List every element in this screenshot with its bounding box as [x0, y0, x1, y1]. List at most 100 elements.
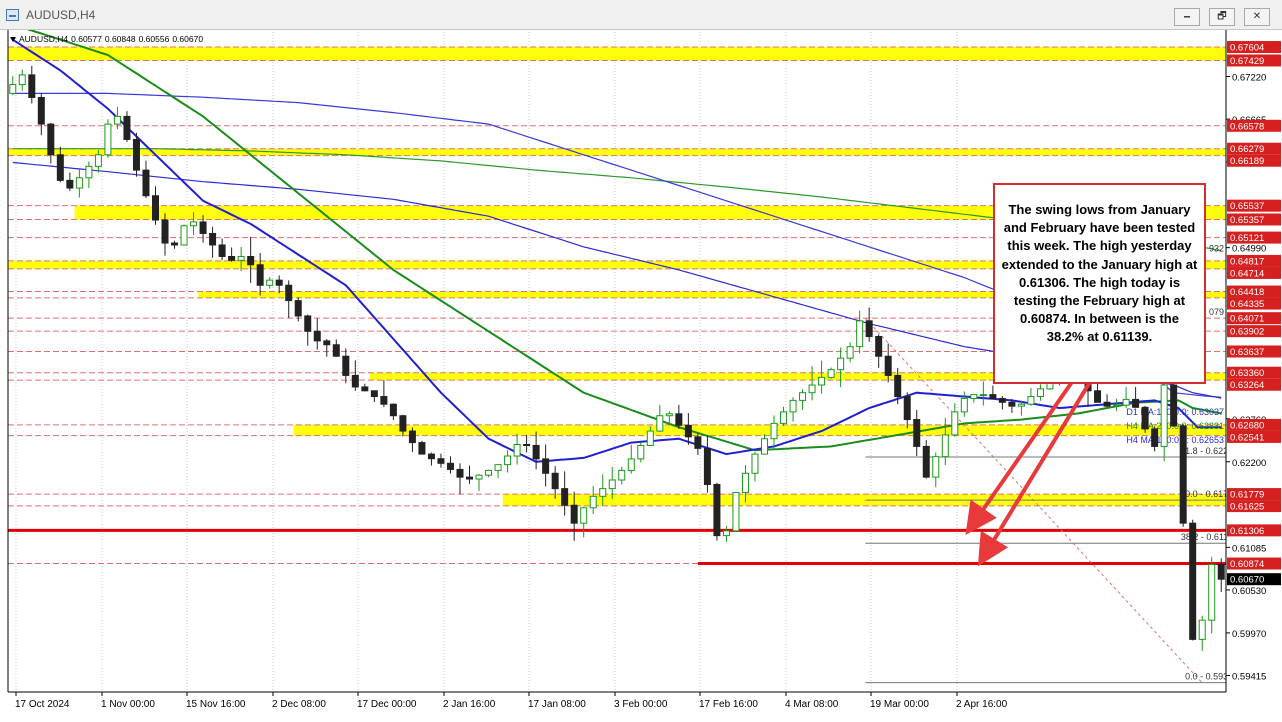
candle-body [437, 458, 445, 464]
candle-body [856, 320, 864, 348]
candle-body [389, 403, 397, 417]
candle-body [66, 179, 74, 189]
minimize-button[interactable]: 🗕 [1174, 8, 1200, 26]
candle-body [665, 413, 673, 417]
candle-body [332, 344, 340, 357]
x-tick-label: 17 Oct 2024 [15, 699, 70, 710]
candle-body [1217, 563, 1225, 580]
candle-body [722, 530, 730, 537]
zone [293, 424, 1226, 436]
x-tick-label: 2 Jan 16:00 [443, 699, 496, 710]
price-label: 0.66189 [1230, 156, 1264, 167]
candle-body [427, 453, 435, 460]
y-tick-label: 0.62200 [1232, 458, 1266, 469]
price-label: 0.61625 [1230, 502, 1264, 513]
price-label: 0.64418 [1230, 287, 1264, 298]
price-label: 0.61306 [1230, 526, 1264, 537]
candle-body [675, 413, 683, 426]
dropdown-triangle-icon[interactable] [10, 37, 16, 43]
candle-body [656, 415, 664, 432]
candle-body [751, 453, 759, 474]
candle-body [941, 434, 949, 458]
price-label: 0.63902 [1230, 327, 1264, 338]
candle-body [1179, 425, 1187, 524]
candle-body [56, 154, 64, 181]
candle-body [551, 472, 559, 490]
x-tick-label: 17 Jan 08:00 [528, 699, 586, 710]
candle-body [18, 74, 26, 86]
candle-body [113, 115, 121, 125]
zone [8, 47, 1226, 61]
candle-body [94, 154, 102, 167]
price-label: 0.65121 [1230, 233, 1264, 244]
price-label: 0.62680 [1230, 420, 1264, 431]
candle-body [104, 123, 112, 156]
candle-body [37, 96, 45, 125]
candle-body [875, 336, 883, 357]
candle-body [1094, 390, 1102, 403]
close-button[interactable]: ✕ [1244, 8, 1270, 26]
candle-body [865, 320, 873, 338]
candle-body [1103, 401, 1111, 407]
candle-body [618, 469, 626, 481]
candle-body [466, 476, 474, 480]
candle-body [418, 442, 426, 455]
candle-body [199, 221, 207, 234]
candle-body [361, 386, 369, 392]
candle-body [760, 438, 768, 455]
ohlc-low: 0.60556 [138, 34, 170, 44]
candle-body [894, 374, 902, 398]
candle-body [456, 468, 464, 478]
candle-body [1027, 396, 1035, 405]
candle-body [703, 447, 711, 485]
ohlc-high: 0.60848 [104, 34, 136, 44]
candle-body [513, 444, 521, 457]
price-label: 0.62541 [1230, 432, 1264, 443]
candle-body [408, 430, 416, 444]
candle-body [732, 491, 740, 532]
candle-body [132, 138, 140, 171]
candle-body [1017, 403, 1025, 407]
candle-body [475, 474, 483, 480]
price-label: 0.64817 [1230, 256, 1264, 267]
candle-body [532, 444, 540, 460]
candle-body [741, 472, 749, 493]
candle-body [1132, 398, 1140, 408]
price-axis-labels: 0.67604 0.67429 0.66578 0.662790.66189 0.655… [1227, 41, 1281, 586]
candle-body [504, 455, 512, 466]
candle-body [827, 369, 835, 378]
candle-body [627, 458, 635, 471]
candle-body [1141, 406, 1149, 430]
x-tick-label: 1 Nov 00:00 [101, 699, 155, 710]
candle-body [485, 469, 493, 476]
window-title: AUDUSD,H4 [26, 8, 96, 22]
price-label: 0.60874 [1230, 559, 1264, 570]
price-label: 0.64335 [1230, 299, 1264, 310]
candle-body [903, 396, 911, 421]
x-tick-label: 2 Dec 08:00 [272, 699, 326, 710]
candle-body [570, 504, 578, 524]
candle-body [913, 419, 921, 447]
candle-body [228, 255, 236, 261]
candle-body [589, 495, 597, 509]
candle-body [599, 488, 607, 497]
candle-body [637, 444, 645, 460]
restore-button[interactable]: 🗗 [1209, 8, 1235, 26]
candle-body [218, 244, 226, 257]
window-titlebar: AUDUSD,H4 🗕 🗗 ✕ [0, 0, 1282, 30]
candle-body [180, 225, 188, 246]
candle-body [713, 483, 721, 537]
price-label: 0.63264 [1230, 380, 1264, 391]
candle-body [171, 242, 179, 246]
candle-body [694, 436, 702, 449]
annotation-box: The swing lows from January and February… [993, 183, 1206, 384]
candle-body [285, 284, 293, 302]
price-label: 0.66279 [1230, 144, 1264, 155]
candle-body [304, 315, 312, 332]
y-tick-label: 0.61085 [1232, 543, 1266, 554]
candle-body [494, 464, 502, 471]
price-label: 0.63360 [1230, 368, 1264, 379]
candle-body [275, 279, 283, 286]
chart-window-icon [6, 9, 19, 21]
price-label: 0.65537 [1230, 201, 1264, 212]
